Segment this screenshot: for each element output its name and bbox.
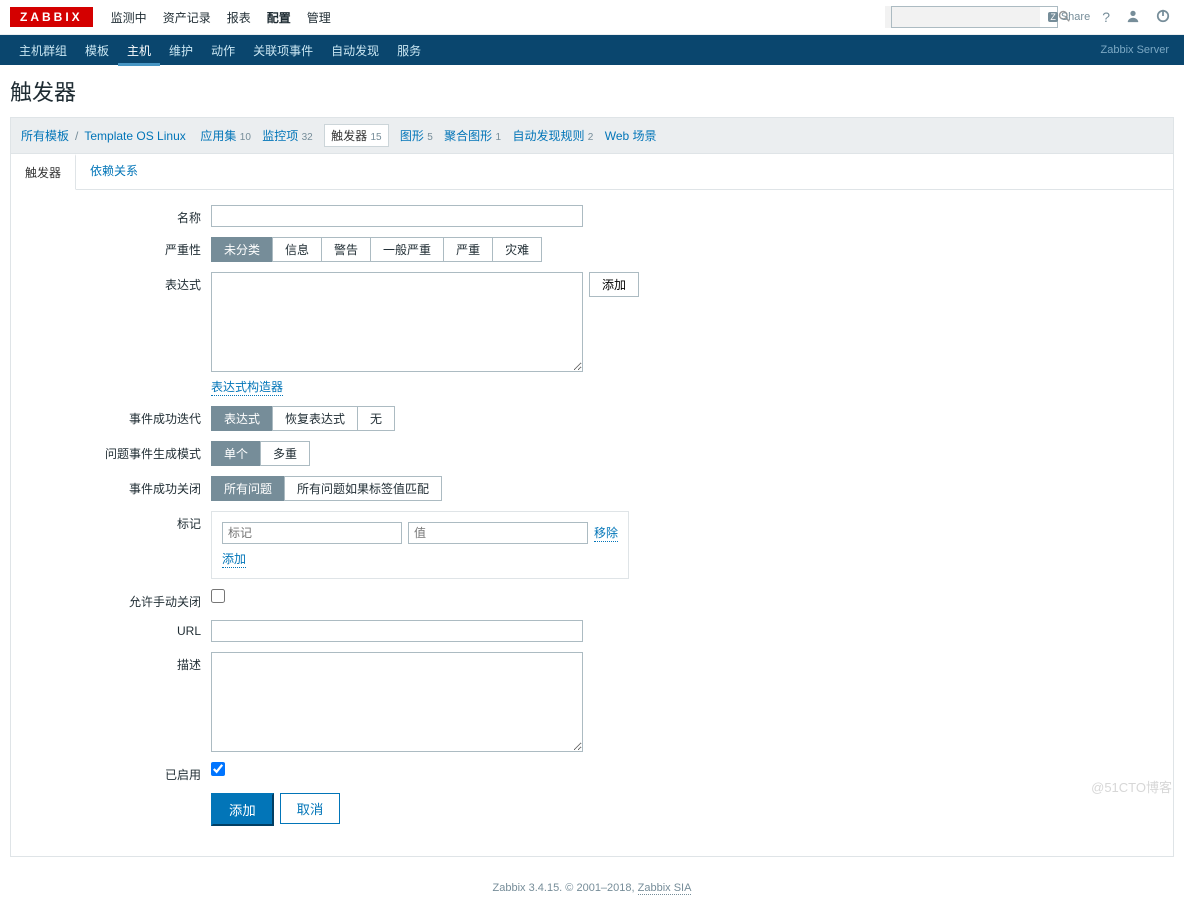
problem-mode-group: 单个 多重 [211,441,310,466]
top-nav: ZABBIX 监测中 资产记录 报表 配置 管理 ZShare ? [0,0,1184,35]
okclose-1[interactable]: 所有问题如果标签值匹配 [284,476,442,501]
pmode-0[interactable]: 单个 [211,441,261,466]
subnav-hostgroups[interactable]: 主机群组 [10,35,76,66]
subnav-services[interactable]: 服务 [388,35,430,66]
okclose-0[interactable]: 所有问题 [211,476,285,501]
okgen-2[interactable]: 无 [357,406,395,431]
tag-remove-link[interactable]: 移除 [594,524,618,542]
ok-close-group: 所有问题 所有问题如果标签值匹配 [211,476,442,501]
ft-screens[interactable]: 聚合图形 [444,129,492,143]
search-box[interactable] [885,6,1040,28]
sev-1[interactable]: 信息 [272,237,322,262]
label-allow-manual: 允许手动关闭 [21,589,211,610]
submit-button[interactable]: 添加 [211,793,274,826]
subnav-maintenance[interactable]: 维护 [160,35,202,66]
sub-nav: 主机群组 模板 主机 维护 动作 关联项事件 自动发现 服务 Zabbix Se… [0,35,1184,65]
label-ok-event: 事件成功迭代 [21,406,211,427]
ft-discovery[interactable]: 自动发现规则 [512,129,584,143]
url-input[interactable] [211,620,583,642]
expr-builder-link[interactable]: 表达式构造器 [211,378,283,396]
label-expression: 表达式 [21,272,211,293]
breadcrumb-all[interactable]: 所有模板 [21,127,69,144]
nav-configuration[interactable]: 配置 [259,0,299,36]
footer: Zabbix 3.4.15. © 2001–2018, Zabbix SIA [0,867,1184,909]
label-tags: 标记 [21,511,211,532]
share-link[interactable]: ZShare [1048,11,1090,23]
nav-monitoring[interactable]: 监测中 [103,0,155,36]
sev-4[interactable]: 严重 [443,237,493,262]
ft-web[interactable]: Web 场景 [605,129,657,143]
label-name: 名称 [21,205,211,226]
tag-add-link[interactable]: 添加 [222,550,246,568]
help-icon[interactable]: ? [1098,9,1114,25]
top-menu: 监测中 资产记录 报表 配置 管理 [103,0,339,36]
nav-inventory[interactable]: 资产记录 [155,0,219,36]
description-input[interactable] [211,652,583,752]
search-input[interactable] [891,6,1058,28]
label-ok-close: 事件成功关闭 [21,476,211,497]
tab-trigger[interactable]: 触发器 [11,154,76,190]
okgen-1[interactable]: 恢复表达式 [272,406,358,431]
subnav-actions[interactable]: 动作 [202,35,244,66]
ft-items[interactable]: 监控项 [262,129,298,143]
power-icon[interactable] [1152,9,1174,26]
logo: ZABBIX [10,7,93,27]
allow-manual-checkbox[interactable] [211,589,225,603]
okgen-0[interactable]: 表达式 [211,406,273,431]
severity-group: 未分类 信息 警告 一般严重 严重 灾难 [211,237,542,262]
label-description: 描述 [21,652,211,673]
sev-5[interactable]: 灾难 [492,237,542,262]
tag-value-input[interactable] [408,522,588,544]
enabled-checkbox[interactable] [211,762,225,776]
top-right: ZShare ? [885,6,1174,28]
nav-administration[interactable]: 管理 [299,0,339,36]
name-input[interactable] [211,205,583,227]
sev-2[interactable]: 警告 [321,237,371,262]
subnav-templates[interactable]: 模板 [76,35,118,66]
label-severity: 严重性 [21,237,211,258]
pmode-1[interactable]: 多重 [260,441,310,466]
form-box: 触发器 依赖关系 名称 严重性 未分类 信息 警告 一般严重 严重 灾难 [10,154,1174,857]
label-problem-mode: 问题事件生成模式 [21,441,211,462]
cancel-button[interactable]: 取消 [280,793,341,824]
expression-input[interactable] [211,272,583,372]
ft-graphs[interactable]: 图形 [400,129,424,143]
subnav-hosts[interactable]: 主机 [118,35,160,66]
ft-apps[interactable]: 应用集 [200,129,236,143]
watermark: @51CTO博客 [1091,777,1172,796]
nav-reports[interactable]: 报表 [219,0,259,36]
ft-triggers[interactable]: 触发器 15 [324,124,388,147]
trigger-form: 名称 严重性 未分类 信息 警告 一般严重 严重 灾难 表达式 [11,190,1173,856]
user-icon[interactable] [1122,9,1144,26]
tag-name-input[interactable] [222,522,402,544]
label-url: URL [21,620,211,638]
sev-3[interactable]: 一般严重 [370,237,444,262]
server-label: Zabbix Server [1101,44,1174,56]
ok-event-group: 表达式 恢复表达式 无 [211,406,395,431]
expr-add-button[interactable]: 添加 [589,272,639,297]
form-tabs: 触发器 依赖关系 [11,154,1173,190]
subnav-discovery[interactable]: 自动发现 [322,35,388,66]
breadcrumb-template[interactable]: Template OS Linux [84,129,185,143]
label-enabled: 已启用 [21,762,211,783]
breadcrumb-sep: / [75,129,78,143]
tab-dependencies[interactable]: 依赖关系 [76,154,153,189]
page-title: 触发器 [10,75,1174,107]
sev-0[interactable]: 未分类 [211,237,273,262]
footer-link[interactable]: Zabbix SIA [638,882,692,895]
filter-bar: 所有模板 / Template OS Linux 应用集 10 监控项 32 触… [10,117,1174,154]
